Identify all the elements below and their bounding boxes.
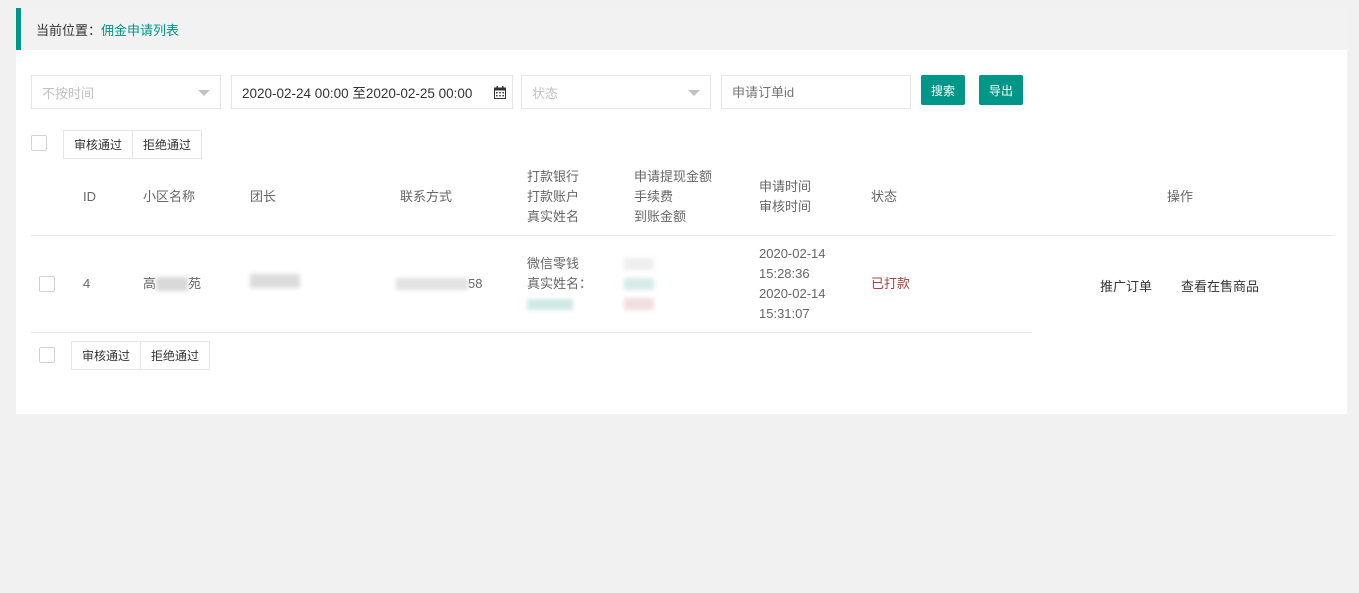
header-time-line1: 申请时间	[759, 179, 812, 194]
row-amount-apply	[624, 254, 654, 274]
row-contact: 58	[396, 274, 482, 294]
header-amount: 申请提现金额 手续费 到账金额	[634, 167, 712, 227]
reject-button-bottom[interactable]: 拒绝通过	[141, 341, 210, 370]
row-audit-time: 15:31:07	[759, 306, 810, 321]
row-contact-end: 58	[468, 276, 483, 291]
row-id: 4	[83, 276, 91, 291]
header-bank-line3: 真实姓名	[527, 209, 580, 224]
header-time-line2: 审核时间	[759, 199, 812, 214]
calendar-icon	[494, 86, 506, 99]
header-amount-line1: 申请提现金额	[634, 169, 713, 184]
row-amount-received	[624, 294, 654, 314]
date-range-value: 2020-02-24 00:00 至2020-02-25 00:00	[242, 86, 473, 101]
redacted-block	[527, 298, 573, 310]
redacted-block	[624, 258, 654, 270]
date-range-input[interactable]: 2020-02-24 00:00 至2020-02-25 00:00	[231, 75, 513, 109]
breadcrumb-prefix: 当前位置：	[36, 22, 102, 38]
row-community: 高 苑	[143, 274, 201, 294]
header-time: 申请时间 审核时间	[759, 177, 811, 217]
row-apply-time: 15:28:36	[759, 266, 810, 281]
row-community-start: 高	[143, 276, 157, 291]
redacted-block	[396, 278, 468, 290]
time-type-select[interactable]: 不按时间	[31, 75, 221, 109]
reject-button[interactable]: 拒绝通过	[133, 130, 202, 159]
row-bank-name: 微信零钱	[527, 256, 580, 271]
header-amount-line3: 到账金额	[634, 209, 687, 224]
header-status: 状态	[871, 189, 898, 204]
header-leader: 团长	[250, 189, 277, 204]
export-button[interactable]: 导出	[979, 75, 1023, 105]
content-panel: 不按时间 2020-02-24 00:00 至2020-02-25 00:00 …	[16, 50, 1347, 414]
breadcrumb: 当前位置： 佣金申请列表	[16, 8, 1347, 50]
select-all-checkbox[interactable]	[31, 135, 47, 151]
header-bank: 打款银行 打款账户 真实姓名	[527, 167, 579, 227]
redacted-block	[624, 298, 654, 310]
approve-button-bottom[interactable]: 审核通过	[71, 341, 141, 370]
header-bank-line2: 打款账户	[527, 189, 580, 204]
redacted-block	[624, 278, 654, 290]
order-id-input[interactable]	[721, 75, 911, 109]
view-goods-link[interactable]: 查看在售商品	[1181, 276, 1259, 295]
bulk-action-group-bottom: 审核通过 拒绝通过	[71, 341, 210, 370]
status-select[interactable]: 状态	[521, 75, 711, 109]
time-type-placeholder: 不按时间	[42, 85, 95, 101]
row-community-end: 苑	[188, 276, 202, 291]
bulk-action-group-top: 审核通过 拒绝通过	[63, 130, 202, 159]
status-placeholder: 状态	[532, 85, 559, 101]
row-bank: 微信零钱 真实姓名：	[527, 254, 592, 314]
header-amount-line2: 手续费	[634, 189, 674, 204]
redacted-block	[156, 277, 189, 291]
header-divider	[31, 235, 1333, 236]
chevron-down-icon	[198, 90, 210, 96]
header-id: ID	[83, 189, 96, 204]
header-contact: 联系方式	[400, 189, 453, 204]
row-checkbox[interactable]	[39, 276, 55, 292]
promotion-orders-link[interactable]: 推广订单	[1100, 276, 1152, 295]
row-amount	[624, 254, 654, 314]
breadcrumb-current[interactable]: 佣金申请列表	[101, 20, 179, 39]
row-real-name	[527, 294, 592, 314]
row-apply-date: 2020-02-14	[759, 246, 826, 261]
row-leader	[250, 274, 300, 288]
row-status: 已打款	[871, 276, 911, 291]
row-times: 2020-02-14 15:28:36 2020-02-14 15:31:07	[759, 244, 826, 324]
header-actions: 操作	[1167, 189, 1194, 204]
search-button[interactable]: 搜索	[921, 75, 965, 105]
header-community: 小区名称	[143, 189, 196, 204]
select-all-checkbox-bottom[interactable]	[39, 347, 55, 363]
chevron-down-icon	[688, 90, 700, 96]
row-audit-date: 2020-02-14	[759, 286, 826, 301]
row-amount-fee	[624, 274, 654, 294]
approve-button[interactable]: 审核通过	[63, 130, 133, 159]
redacted-block	[250, 274, 300, 288]
row-real-name-label: 真实姓名：	[527, 276, 593, 291]
header-bank-line1: 打款银行	[527, 169, 580, 184]
row-divider	[31, 332, 1032, 333]
